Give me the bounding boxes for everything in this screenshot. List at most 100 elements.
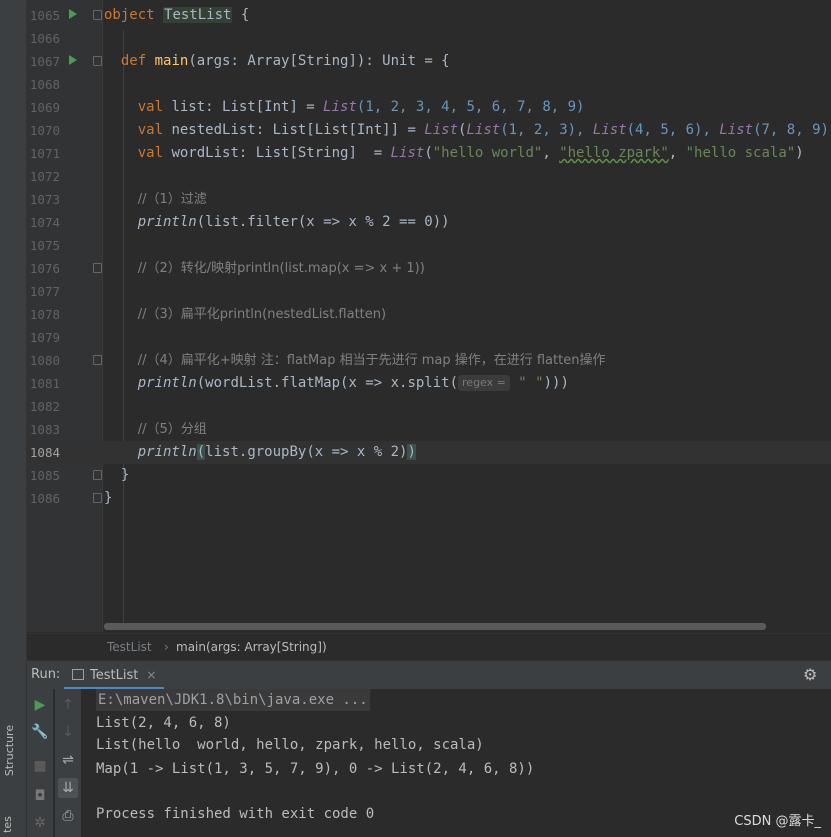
- breadcrumb: TestList › main(args: Array[String]): [27, 633, 831, 660]
- fold-icon[interactable]: [93, 56, 102, 66]
- line-number: 1069: [29, 100, 60, 115]
- rerun-icon[interactable]: ▶: [30, 695, 50, 715]
- up-arrow-icon[interactable]: ↑: [58, 695, 78, 715]
- breadcrumb-method[interactable]: main(args: Array[String]): [176, 634, 327, 660]
- code-text: }: [104, 490, 113, 506]
- wrench-icon[interactable]: 🔧: [30, 722, 50, 742]
- line-number: 1080: [29, 353, 60, 368]
- structure-tool-tab[interactable]: Structure: [3, 722, 22, 782]
- code-line[interactable]: 1078 //（3）扁平化println(nestedList.flatten): [27, 303, 831, 326]
- breadcrumb-separator: ›: [164, 640, 169, 654]
- settings-icon[interactable]: ✲: [30, 813, 50, 833]
- console-output-line: Map(1 -> List(1, 3, 5, 7, 9), 0 -> List(…: [96, 761, 535, 777]
- code-line[interactable]: 1075: [27, 234, 831, 257]
- line-number: 1065: [29, 8, 60, 23]
- run-label: Run:: [31, 667, 61, 682]
- fold-icon[interactable]: [93, 10, 102, 20]
- code-text: val wordList: List[String] = List("hello…: [137, 145, 804, 161]
- code-line[interactable]: 1067 def main(args: Array[String]): Unit…: [27, 50, 831, 73]
- scroll-to-end-icon[interactable]: ⇊: [58, 778, 78, 798]
- line-number: 1082: [29, 399, 60, 414]
- code-text: println(list.groupBy(x => x % 2)): [137, 444, 416, 460]
- code-text: }: [104, 467, 130, 483]
- code-line[interactable]: 1086 }: [27, 487, 831, 510]
- line-number: 1077: [29, 284, 60, 299]
- camera-icon[interactable]: ◘: [30, 786, 50, 806]
- fold-icon[interactable]: [93, 493, 102, 503]
- code-editor[interactable]: 1065 object TestList { 1066 1067 def mai…: [27, 0, 831, 632]
- code-line[interactable]: 1082: [27, 395, 831, 418]
- gear-icon[interactable]: ⚙: [803, 661, 817, 689]
- code-line[interactable]: 1077: [27, 280, 831, 303]
- console-toolbar: ↑ ↓ ⇌ ⇊ ⎙: [55, 689, 81, 837]
- current-code-line[interactable]: 1084 println(list.groupBy(x => x % 2)): [27, 441, 831, 464]
- watermark: CSDN @露卡_: [734, 814, 821, 829]
- line-number: 1066: [29, 31, 60, 46]
- code-line[interactable]: 1069 val list: List[Int] = List(1, 2, 3,…: [27, 96, 831, 119]
- code-line[interactable]: 1073 //（1）过滤: [27, 188, 831, 211]
- breadcrumb-object[interactable]: TestList: [107, 634, 152, 660]
- favorites-tool-tab[interactable]: tes: [3, 810, 21, 837]
- run-panel-header: Run: TestList × ⚙: [27, 660, 831, 690]
- run-gutter-icon[interactable]: [69, 9, 77, 19]
- code-line[interactable]: 1076 //（2）转化/映射println(list.map(x => x +…: [27, 257, 831, 280]
- run-tab-testlist[interactable]: TestList ×: [64, 661, 165, 690]
- code-line[interactable]: 1066: [27, 27, 831, 50]
- code-text: //（1）过滤: [137, 192, 207, 207]
- structure-tab-label: Structure: [3, 724, 17, 777]
- code-line[interactable]: 1079: [27, 326, 831, 349]
- code-line[interactable]: 1081 println(wordList.flatMap(x => x.spl…: [27, 372, 831, 395]
- left-tool-strip: Structure tes: [0, 0, 27, 837]
- console-command-line: E:\maven\JDK1.8\bin\java.exe ...: [96, 689, 370, 711]
- soft-wrap-icon[interactable]: ⇌: [58, 750, 78, 770]
- line-number: 1067: [29, 54, 60, 69]
- line-number: 1074: [29, 215, 60, 230]
- code-text: //（3）扁平化println(nestedList.flatten): [137, 307, 387, 322]
- line-number: 1081: [29, 376, 60, 391]
- line-number: 1084: [29, 445, 60, 460]
- code-line[interactable]: 1085 }: [27, 464, 831, 487]
- line-number: 1073: [29, 192, 60, 207]
- code-text: //（2）转化/映射println(list.map(x => x + 1)): [137, 261, 425, 276]
- code-text: println(wordList.flatMap(x => x.split(re…: [137, 375, 569, 391]
- line-number: 1075: [29, 238, 60, 253]
- code-line[interactable]: 1071 val wordList: List[String] = List("…: [27, 142, 831, 165]
- line-number: 1070: [29, 123, 60, 138]
- run-gutter-icon[interactable]: [69, 55, 77, 65]
- code-line[interactable]: 1065 object TestList {: [27, 4, 831, 27]
- line-number: 1086: [29, 491, 60, 506]
- line-number: 1076: [29, 261, 60, 276]
- horizontal-scrollbar[interactable]: [104, 623, 766, 630]
- code-line[interactable]: 1068: [27, 73, 831, 96]
- code-line[interactable]: 1072: [27, 165, 831, 188]
- code-text: println(list.filter(x => x % 2 == 0)): [137, 214, 450, 230]
- code-line[interactable]: 1074 println(list.filter(x => x % 2 == 0…: [27, 211, 831, 234]
- run-console[interactable]: ▶ 🔧 ■ ◘ ✲ ↑ ↓ ⇌ ⇊ ⎙ E:\maven\JDK1.8\bin\…: [27, 689, 831, 837]
- code-text: //（4）扁平化+映射 注：flatMap 相当于先进行 map 操作，在进行 …: [137, 353, 606, 368]
- stop-icon[interactable]: ■: [30, 756, 50, 776]
- code-line[interactable]: 1070 val nestedList: List[List[Int]] = L…: [27, 119, 831, 142]
- code-text: val nestedList: List[List[Int]] = List(L…: [137, 122, 831, 138]
- line-number: 1071: [29, 146, 60, 161]
- line-number: 1078: [29, 307, 60, 322]
- line-number: 1079: [29, 330, 60, 345]
- console-output-line: List(2, 4, 6, 8): [96, 715, 231, 731]
- down-arrow-icon[interactable]: ↓: [58, 722, 78, 742]
- fold-icon[interactable]: [93, 355, 102, 365]
- fold-icon[interactable]: [93, 263, 102, 273]
- code-text: object TestList {: [104, 7, 250, 23]
- line-number: 1072: [29, 169, 60, 184]
- fold-icon[interactable]: [93, 470, 102, 480]
- console-output-line: List(hello world, hello, zpark, hello, s…: [96, 737, 484, 753]
- close-icon[interactable]: ×: [146, 668, 156, 682]
- line-number: 1085: [29, 468, 60, 483]
- code-text: //（5）分组: [137, 422, 207, 437]
- favorites-tab-label: tes: [3, 816, 14, 833]
- print-icon[interactable]: ⎙: [58, 806, 78, 826]
- code-line[interactable]: 1080 //（4）扁平化+映射 注：flatMap 相当于先进行 map 操作…: [27, 349, 831, 372]
- parameter-hint: regex =: [458, 375, 510, 391]
- line-number: 1068: [29, 77, 60, 92]
- console-output-line: Process finished with exit code 0: [96, 806, 375, 822]
- code-line[interactable]: 1083 //（5）分组: [27, 418, 831, 441]
- console-icon: [72, 669, 84, 680]
